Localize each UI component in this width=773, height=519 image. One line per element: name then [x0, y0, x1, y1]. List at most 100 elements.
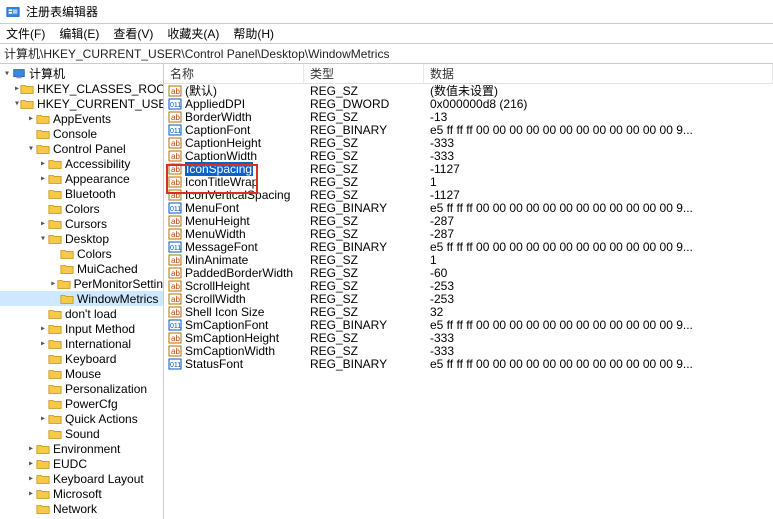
tree-item[interactable]: Colors — [0, 246, 163, 261]
column-type[interactable]: 类型 — [304, 64, 424, 83]
column-data[interactable]: 数据 — [424, 64, 773, 83]
svg-text:011: 011 — [170, 206, 181, 213]
tree-item[interactable]: ▾HKEY_CURRENT_USER — [0, 96, 163, 111]
chevron-down-icon[interactable]: ▾ — [38, 233, 48, 244]
chevron-right-icon[interactable]: ▸ — [26, 488, 36, 499]
value-row[interactable]: abScrollWidthREG_SZ-253 — [164, 292, 773, 305]
column-name[interactable]: 名称 — [164, 64, 304, 83]
value-row[interactable]: abIconVerticalSpacingREG_SZ-1127 — [164, 188, 773, 201]
chevron-right-icon[interactable]: ▸ — [26, 458, 36, 469]
chevron-right-icon[interactable]: ▸ — [38, 218, 48, 229]
folder-icon — [48, 173, 62, 185]
value-row[interactable]: abShell Icon SizeREG_SZ32 — [164, 305, 773, 318]
value-row[interactable]: 011CaptionFontREG_BINARYe5 ff ff ff 00 0… — [164, 123, 773, 136]
tree-item-label: EUDC — [53, 457, 87, 471]
folder-icon — [48, 368, 62, 380]
value-type: REG_SZ — [304, 331, 424, 345]
tree-item[interactable]: Personalization — [0, 381, 163, 396]
chevron-right-icon[interactable]: ▸ — [38, 173, 48, 184]
value-row[interactable]: abIconTitleWrapREG_SZ1 — [164, 175, 773, 188]
tree-item[interactable]: ▾计算机 — [0, 66, 163, 81]
value-row[interactable]: abCaptionWidthREG_SZ-333 — [164, 149, 773, 162]
folder-icon — [60, 248, 74, 260]
value-name: SmCaptionHeight — [185, 331, 279, 345]
value-row[interactable]: 011StatusFontREG_BINARYe5 ff ff ff 00 00… — [164, 357, 773, 370]
value-row[interactable]: abBorderWidthREG_SZ-13 — [164, 110, 773, 123]
value-row[interactable]: abSmCaptionWidthREG_SZ-333 — [164, 344, 773, 357]
tree-item[interactable]: ▸Cursors — [0, 216, 163, 231]
menu-view[interactable]: 查看(V) — [113, 25, 153, 42]
chevron-right-icon[interactable]: ▸ — [38, 323, 48, 334]
folder-icon — [48, 233, 62, 245]
value-type: REG_BINARY — [304, 240, 424, 254]
value-row[interactable]: 011MenuFontREG_BINARYe5 ff ff ff 00 00 0… — [164, 201, 773, 214]
folder-icon — [48, 413, 62, 425]
value-row[interactable]: abMenuHeightREG_SZ-287 — [164, 214, 773, 227]
menu-file[interactable]: 文件(F) — [6, 25, 45, 42]
value-type: REG_SZ — [304, 162, 424, 176]
value-type: REG_SZ — [304, 84, 424, 98]
tree-item[interactable]: Mouse — [0, 366, 163, 381]
tree-item[interactable]: ▸Quick Actions — [0, 411, 163, 426]
tree-item[interactable]: Console — [0, 126, 163, 141]
tree-item[interactable]: ▸Keyboard Layout — [0, 471, 163, 486]
chevron-right-icon[interactable]: ▸ — [38, 413, 48, 424]
value-row[interactable]: abPaddedBorderWidthREG_SZ-60 — [164, 266, 773, 279]
svg-text:ab: ab — [171, 87, 180, 96]
value-row[interactable]: abSmCaptionHeightREG_SZ-333 — [164, 331, 773, 344]
value-name: ScrollHeight — [185, 279, 250, 293]
value-list[interactable]: 名称 类型 数据 ab(默认)REG_SZ(数值未设置)011AppliedDP… — [164, 64, 773, 519]
value-name: SmCaptionFont — [185, 318, 268, 332]
tree-item[interactable]: ▸Microsoft — [0, 486, 163, 501]
chevron-right-icon[interactable]: ▸ — [26, 113, 36, 124]
list-header: 名称 类型 数据 — [164, 64, 773, 84]
tree-item[interactable]: ▸Input Method — [0, 321, 163, 336]
chevron-right-icon[interactable]: ▸ — [26, 473, 36, 484]
tree-item[interactable]: ▸Appearance — [0, 171, 163, 186]
tree-item[interactable]: Keyboard — [0, 351, 163, 366]
menu-help[interactable]: 帮助(H) — [233, 25, 274, 42]
tree-item[interactable]: MuiCached — [0, 261, 163, 276]
tree-item[interactable]: Sound — [0, 426, 163, 441]
window-title: 注册表编辑器 — [26, 3, 98, 20]
tree-item[interactable]: ▾Desktop — [0, 231, 163, 246]
tree-item[interactable]: PowerCfg — [0, 396, 163, 411]
value-row[interactable]: ab(默认)REG_SZ(数值未设置) — [164, 84, 773, 97]
value-row[interactable]: 011AppliedDPIREG_DWORD0x000000d8 (216) — [164, 97, 773, 110]
chevron-right-icon[interactable]: ▸ — [50, 278, 57, 289]
tree-item[interactable]: don't load — [0, 306, 163, 321]
tree-item[interactable]: ▸International — [0, 336, 163, 351]
value-row[interactable]: abMenuWidthREG_SZ-287 — [164, 227, 773, 240]
tree-item[interactable]: Network — [0, 501, 163, 516]
chevron-down-icon[interactable]: ▾ — [26, 143, 36, 154]
value-row[interactable]: abScrollHeightREG_SZ-253 — [164, 279, 773, 292]
chevron-right-icon[interactable]: ▸ — [26, 443, 36, 454]
address-bar[interactable]: 计算机\HKEY_CURRENT_USER\Control Panel\Desk… — [0, 44, 773, 64]
tree-item-label: HKEY_CURRENT_USER — [37, 97, 164, 111]
svg-text:ab: ab — [171, 334, 180, 343]
tree-item[interactable]: ▸HKEY_CLASSES_ROOT — [0, 81, 163, 96]
tree-item[interactable]: ▸ EUDC — [0, 456, 163, 471]
chevron-right-icon[interactable]: ▸ — [38, 158, 48, 169]
menu-favorites[interactable]: 收藏夹(A) — [167, 25, 219, 42]
tree-item[interactable]: ▸PerMonitorSettin — [0, 276, 163, 291]
tree-item[interactable]: ▸AppEvents — [0, 111, 163, 126]
folder-icon — [36, 128, 50, 140]
string-value-icon: ab — [168, 293, 182, 305]
value-row[interactable]: abIconSpacingREG_SZ-1127 — [164, 162, 773, 175]
tree-item[interactable]: Bluetooth — [0, 186, 163, 201]
tree-item[interactable]: Colors — [0, 201, 163, 216]
value-row[interactable]: abMinAnimateREG_SZ1 — [164, 253, 773, 266]
menu-edit[interactable]: 编辑(E) — [59, 25, 99, 42]
svg-text:ab: ab — [171, 191, 180, 200]
key-tree[interactable]: ▾计算机▸HKEY_CLASSES_ROOT▾HKEY_CURRENT_USER… — [0, 64, 164, 519]
tree-item[interactable]: WindowMetrics — [0, 291, 163, 306]
tree-item[interactable]: ▸Accessibility — [0, 156, 163, 171]
chevron-right-icon[interactable]: ▸ — [38, 338, 48, 349]
value-row[interactable]: abCaptionHeightREG_SZ-333 — [164, 136, 773, 149]
chevron-down-icon[interactable]: ▾ — [2, 68, 12, 79]
tree-item[interactable]: ▾Control Panel — [0, 141, 163, 156]
value-row[interactable]: 011MessageFontREG_BINARYe5 ff ff ff 00 0… — [164, 240, 773, 253]
tree-item[interactable]: ▸Environment — [0, 441, 163, 456]
value-row[interactable]: 011SmCaptionFontREG_BINARYe5 ff ff ff 00… — [164, 318, 773, 331]
